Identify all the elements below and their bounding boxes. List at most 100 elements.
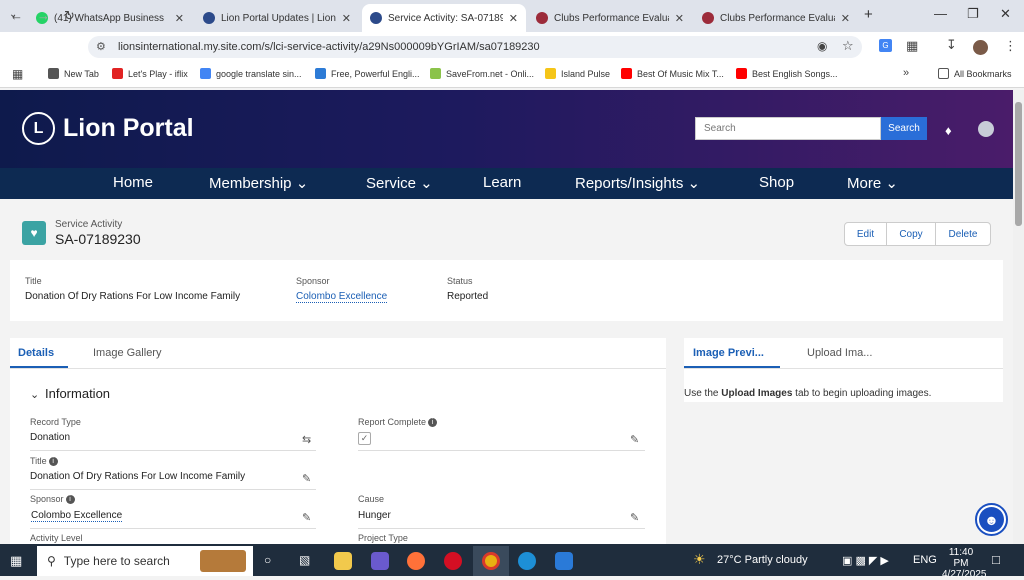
bookmark-item[interactable]: Free, Powerful Engli... [315,68,420,79]
weather-icon[interactable]: ☀ [693,551,706,568]
change-record-type-icon[interactable]: ⇆ [302,433,311,446]
task-view-icon[interactable]: ▧ [299,553,310,567]
back-icon[interactable]: ← [10,8,23,23]
download-icon[interactable]: ↧ [946,37,957,53]
nav-shop[interactable]: Shop [759,174,794,191]
bookmark-label: Best Of Music Mix T... [637,68,724,79]
scrollbar-thumb[interactable] [1015,102,1022,226]
report-complete-label: Report Complete [358,417,427,427]
record-type-caption: Service Activity [55,219,123,230]
eye-off-icon[interactable]: ◉ [817,39,827,53]
close-tab-icon[interactable]: ✕ [342,12,351,25]
sponsor-link[interactable]: Colombo Excellence [31,510,123,522]
nav-learn[interactable]: Learn [483,174,521,191]
lions-logo-icon[interactable]: L [22,112,55,145]
search-button[interactable]: Search [881,117,927,140]
all-bookmarks[interactable]: All Bookmarks [938,68,1012,79]
bookmark-item[interactable]: google translate sin... [200,68,302,79]
edge-icon[interactable] [518,552,536,570]
edit-pencil-icon[interactable]: ✎ [630,433,639,446]
file-explorer-icon[interactable] [334,552,352,570]
user-avatar[interactable] [978,121,994,137]
cause-value: Hunger [358,510,391,521]
bookmark-item[interactable]: Let's Play - iflix [112,68,188,79]
delete-button[interactable]: Delete [936,223,990,245]
profile-avatar[interactable] [973,40,988,55]
title-label: Title [30,456,47,466]
browser-tab[interactable]: Clubs Performance Evaluatio ✕ [694,4,858,32]
minimize-icon[interactable]: — [934,6,947,21]
bookmark-favicon-icon [315,68,326,79]
tab-details[interactable]: Details [18,347,54,359]
weather-text[interactable]: 27°C Partly cloudy [717,554,808,566]
more-bookmarks-icon[interactable]: » [903,67,909,79]
nav-more[interactable]: More ⌄ [847,174,898,192]
copy-button[interactable]: Copy [887,223,936,245]
chevron-down-icon[interactable]: ⌄ [30,388,39,401]
firefox-icon[interactable] [407,552,425,570]
tab-image-preview[interactable]: Image Previ... [693,347,764,359]
info-icon[interactable]: i [65,495,75,505]
nav-home[interactable]: Home [113,174,153,191]
browser-tab[interactable]: Service Activity: SA-0718923 ✕ [362,4,526,32]
folder-icon [938,68,949,79]
forward-icon[interactable]: → [37,8,50,23]
bookmark-star-icon[interactable]: ☆ [842,38,854,54]
bookmark-item[interactable]: Best Of Music Mix T... [621,68,724,79]
close-tab-icon[interactable]: ✕ [509,12,518,25]
tab-divider [684,368,1003,369]
extensions-icon[interactable]: ▦ [906,38,918,54]
nav-membership[interactable]: Membership ⌄ [209,174,308,192]
info-icon[interactable]: i [48,457,58,467]
bookmark-item[interactable]: Best English Songs... [736,68,838,79]
bookmark-item[interactable]: Island Pulse [545,68,610,79]
chrome-icon[interactable] [482,552,500,570]
record-type-value: Donation [30,432,71,443]
portal-search-input[interactable]: Search [695,117,881,140]
apps-icon[interactable]: ▦ [12,67,23,81]
report-complete-checkbox[interactable]: ✓ [358,432,371,445]
edit-pencil-icon[interactable]: ✎ [302,511,311,524]
highlight-sponsor-link[interactable]: Colombo Excellence [296,291,388,303]
edit-pencil-icon[interactable]: ✎ [630,511,639,524]
close-tab-icon[interactable]: ✕ [675,12,684,25]
portal-brand[interactable]: Lion Portal [63,114,194,143]
close-window-icon[interactable]: ✕ [1000,6,1011,22]
clock[interactable]: 11:40 PM 4/27/2025 [942,547,987,580]
bookmark-favicon-icon [430,68,441,79]
reload-icon[interactable]: ↻ [64,8,75,24]
tray-icons[interactable]: ▣ ▩ ◤ ▶ [842,554,889,567]
bookmark-item[interactable]: SaveFrom.net - Onli... [430,68,534,79]
nav-service[interactable]: Service ⌄ [366,174,433,192]
store-icon[interactable] [555,552,573,570]
close-tab-icon[interactable]: ✕ [175,12,184,25]
browser-tab[interactable]: (41) WhatsApp Business ✕ [28,4,192,32]
input-language[interactable]: ENG [913,554,937,566]
restore-icon[interactable]: ❐ [967,6,979,22]
browser-tab[interactable]: Clubs Performance Evaluatio ✕ [528,4,692,32]
copilot-icon[interactable] [371,552,389,570]
browser-tab[interactable]: Lion Portal Updates | Lions C ✕ [195,4,359,32]
edit-pencil-icon[interactable]: ✎ [302,472,311,485]
cortana-icon[interactable]: ○ [264,553,271,567]
edit-button[interactable]: Edit [845,223,887,245]
tab-image-gallery[interactable]: Image Gallery [93,347,161,359]
url-text[interactable]: lionsinternational.my.site.com/s/lci-ser… [118,41,540,53]
opera-icon[interactable] [444,552,462,570]
close-tab-icon[interactable]: ✕ [841,12,850,25]
bookmark-item[interactable]: New Tab [48,68,99,79]
notification-center-icon[interactable]: □ [992,552,1000,567]
site-info-icon[interactable]: ⚙ [96,40,106,53]
windows-start-icon[interactable]: ▦ [10,553,22,569]
sponsor-label: Sponsor [30,494,64,504]
nav-reports-insights[interactable]: Reports/Insights ⌄ [575,174,700,192]
information-section-title[interactable]: Information [45,386,110,401]
menu-icon[interactable]: ⋮ [1004,38,1017,54]
tab-upload-images[interactable]: Upload Ima... [807,347,872,359]
info-icon[interactable]: i [428,418,438,428]
notification-bell-icon[interactable]: ♦ [945,123,952,138]
active-tab-indicator [684,366,780,368]
new-tab-button[interactable]: + [864,6,873,23]
translate-icon[interactable]: G [879,39,892,52]
accessibility-button[interactable]: ☻ [975,503,1008,536]
